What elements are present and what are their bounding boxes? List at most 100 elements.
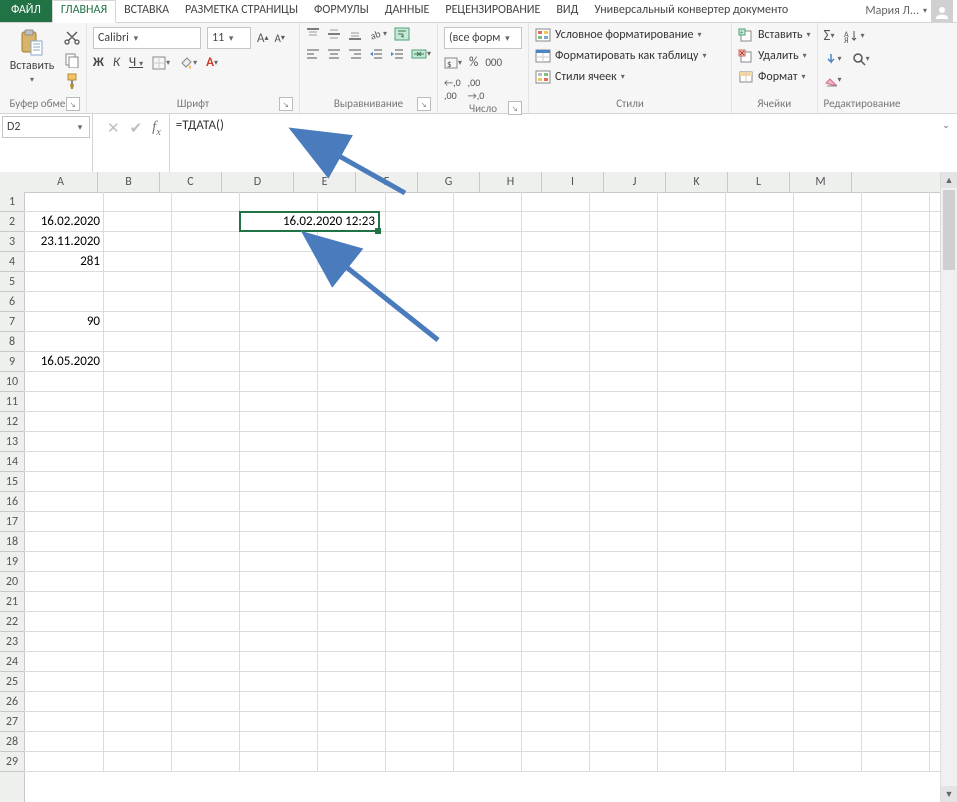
cell[interactable] bbox=[318, 492, 386, 511]
cell[interactable] bbox=[240, 592, 318, 611]
cell[interactable] bbox=[862, 532, 930, 551]
cell[interactable] bbox=[172, 672, 240, 691]
cell[interactable] bbox=[522, 592, 590, 611]
cell[interactable] bbox=[862, 412, 930, 431]
cell[interactable] bbox=[862, 612, 930, 631]
enter-formula-icon[interactable]: ✔ bbox=[130, 119, 143, 138]
cell[interactable] bbox=[794, 432, 862, 451]
cell[interactable] bbox=[454, 492, 522, 511]
cell[interactable] bbox=[318, 452, 386, 471]
row-header[interactable]: 8 bbox=[0, 332, 24, 352]
cell[interactable] bbox=[104, 552, 172, 571]
cell[interactable] bbox=[726, 452, 794, 471]
cell[interactable] bbox=[522, 232, 590, 251]
cell[interactable] bbox=[240, 332, 318, 351]
cell[interactable] bbox=[318, 472, 386, 491]
cell[interactable] bbox=[104, 352, 172, 371]
cell[interactable] bbox=[240, 692, 318, 711]
cell[interactable] bbox=[240, 352, 318, 371]
cell[interactable] bbox=[658, 272, 726, 291]
cell[interactable] bbox=[590, 312, 658, 331]
cell[interactable] bbox=[590, 432, 658, 451]
formula-input[interactable]: =ТДАТА() ⌄ bbox=[170, 114, 957, 174]
cell[interactable] bbox=[454, 732, 522, 751]
cell[interactable] bbox=[590, 192, 658, 211]
cell[interactable] bbox=[522, 372, 590, 391]
cell[interactable] bbox=[172, 392, 240, 411]
cell[interactable] bbox=[658, 752, 726, 771]
cell[interactable] bbox=[318, 432, 386, 451]
cell[interactable] bbox=[862, 252, 930, 271]
cell[interactable] bbox=[318, 352, 386, 371]
cell[interactable] bbox=[24, 272, 104, 291]
row-header[interactable]: 14 bbox=[0, 452, 24, 472]
cell[interactable] bbox=[318, 712, 386, 731]
cell[interactable]: 281 bbox=[24, 252, 104, 271]
cell[interactable] bbox=[522, 572, 590, 591]
row-header[interactable]: 26 bbox=[0, 692, 24, 712]
column-header[interactable]: L bbox=[728, 172, 790, 192]
cell[interactable] bbox=[454, 512, 522, 531]
cell[interactable] bbox=[794, 692, 862, 711]
cell[interactable] bbox=[172, 352, 240, 371]
row-header[interactable]: 6 bbox=[0, 292, 24, 312]
scroll-down-icon[interactable]: ▼ bbox=[941, 786, 957, 802]
autosum-icon[interactable]: Σ ▾ bbox=[824, 27, 835, 45]
cell[interactable] bbox=[454, 752, 522, 771]
cell[interactable] bbox=[454, 412, 522, 431]
cell[interactable] bbox=[522, 292, 590, 311]
cell[interactable] bbox=[386, 592, 454, 611]
cell[interactable] bbox=[658, 512, 726, 531]
cell[interactable] bbox=[318, 592, 386, 611]
row-header[interactable]: 7 bbox=[0, 312, 24, 332]
cell[interactable] bbox=[658, 352, 726, 371]
cell[interactable] bbox=[318, 252, 386, 271]
cell[interactable] bbox=[172, 312, 240, 331]
cell[interactable] bbox=[726, 532, 794, 551]
tab-file[interactable]: ФАЙЛ bbox=[0, 0, 52, 22]
cell[interactable] bbox=[386, 412, 454, 431]
cell[interactable] bbox=[726, 692, 794, 711]
cell[interactable] bbox=[104, 272, 172, 291]
cell[interactable] bbox=[658, 412, 726, 431]
italic-button[interactable]: К bbox=[113, 55, 120, 70]
cell[interactable] bbox=[24, 732, 104, 751]
cell[interactable] bbox=[104, 652, 172, 671]
cell[interactable] bbox=[104, 412, 172, 431]
cell[interactable] bbox=[104, 392, 172, 411]
cell[interactable] bbox=[454, 232, 522, 251]
cell[interactable] bbox=[726, 492, 794, 511]
cell[interactable] bbox=[726, 192, 794, 211]
cell[interactable] bbox=[318, 752, 386, 771]
cell[interactable] bbox=[794, 712, 862, 731]
cell[interactable] bbox=[24, 492, 104, 511]
cell[interactable] bbox=[726, 252, 794, 271]
cell[interactable] bbox=[862, 332, 930, 351]
user-menu[interactable]: Мария Л... ▾ bbox=[865, 0, 957, 22]
cell[interactable] bbox=[240, 272, 318, 291]
cell[interactable] bbox=[454, 272, 522, 291]
cell[interactable] bbox=[522, 552, 590, 571]
cell[interactable] bbox=[726, 272, 794, 291]
cell[interactable] bbox=[386, 212, 454, 231]
cell[interactable] bbox=[104, 632, 172, 651]
cell[interactable] bbox=[104, 312, 172, 331]
cell[interactable] bbox=[240, 632, 318, 651]
cell[interactable] bbox=[726, 352, 794, 371]
column-header[interactable]: F bbox=[356, 172, 418, 192]
wrap-text-icon[interactable] bbox=[394, 27, 410, 41]
decrease-decimal-icon[interactable]: ,00→,0 bbox=[468, 76, 485, 102]
cell[interactable] bbox=[726, 672, 794, 691]
cell[interactable] bbox=[104, 572, 172, 591]
column-header[interactable]: G bbox=[418, 172, 480, 192]
cell[interactable] bbox=[24, 612, 104, 631]
cell[interactable] bbox=[726, 332, 794, 351]
copy-icon[interactable] bbox=[64, 52, 80, 68]
cell[interactable] bbox=[386, 192, 454, 211]
cell[interactable] bbox=[726, 392, 794, 411]
cell[interactable] bbox=[454, 672, 522, 691]
cell[interactable] bbox=[240, 192, 318, 211]
cell[interactable] bbox=[590, 292, 658, 311]
cell[interactable] bbox=[862, 372, 930, 391]
cell[interactable] bbox=[318, 332, 386, 351]
